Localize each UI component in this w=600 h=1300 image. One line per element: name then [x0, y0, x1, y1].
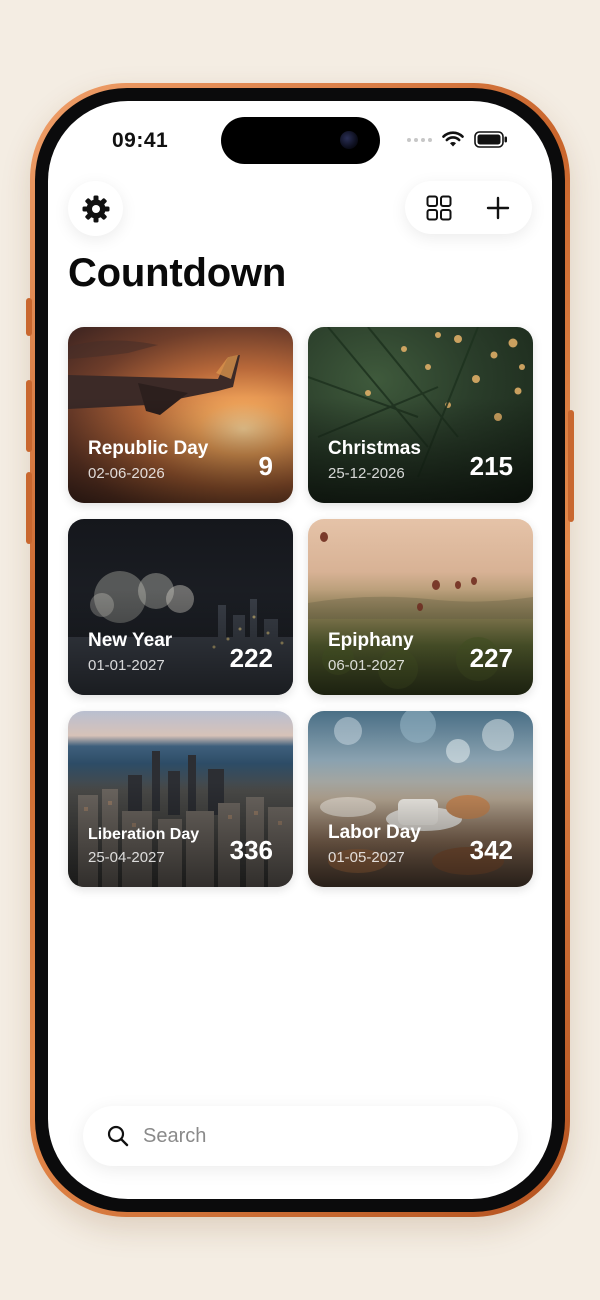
event-date: 01-05-2027	[328, 849, 405, 866]
event-date: 25-04-2027	[88, 849, 165, 866]
status-icons	[407, 131, 508, 148]
days-remaining: 222	[229, 643, 273, 673]
event-card[interactable]: Republic Day 02-06-2026 9	[68, 327, 293, 503]
toolbar-actions	[405, 181, 532, 234]
event-date: 06-01-2027	[328, 657, 405, 674]
dynamic-island	[221, 117, 380, 164]
event-date: 02-06-2026	[88, 465, 165, 482]
days-remaining: 342	[469, 835, 513, 865]
status-time: 09:41	[112, 129, 169, 152]
action-button	[26, 298, 32, 336]
grid-view-icon	[426, 195, 452, 220]
event-name: Republic Day	[88, 438, 209, 459]
volume-up-button	[26, 380, 32, 452]
gear-icon	[82, 195, 109, 222]
event-card[interactable]: Epiphany 06-01-2027 227	[308, 519, 533, 695]
event-name: Christmas	[328, 438, 421, 459]
days-remaining: 215	[469, 451, 513, 481]
search-input[interactable]	[141, 1123, 485, 1149]
event-name: Labor Day	[328, 822, 421, 843]
volume-down-button	[26, 472, 32, 544]
grid-view-button[interactable]	[415, 184, 463, 232]
plus-icon	[487, 196, 510, 219]
days-remaining: 9	[258, 451, 273, 481]
event-grid: Republic Day 02-06-2026 9 Christmas 25-1…	[68, 327, 533, 887]
event-card[interactable]: New Year 01-01-2027 222	[68, 519, 293, 695]
event-date: 01-01-2027	[88, 657, 165, 674]
search-icon	[107, 1125, 129, 1147]
camera-icon	[340, 131, 358, 149]
event-name: Epiphany	[328, 630, 414, 651]
signal-icon	[407, 137, 432, 142]
days-remaining: 336	[229, 835, 273, 865]
settings-button[interactable]	[68, 181, 123, 236]
event-card[interactable]: Labor Day 01-05-2027 342	[308, 711, 533, 887]
event-card[interactable]: Liberation Day 25-04-2027 336	[68, 711, 293, 887]
event-date: 25-12-2026	[328, 465, 405, 482]
event-name: Liberation Day	[88, 826, 200, 843]
wifi-icon	[442, 131, 464, 147]
power-button	[568, 410, 574, 522]
event-name: New Year	[88, 630, 173, 651]
event-card[interactable]: Christmas 25-12-2026 215	[308, 327, 533, 503]
page-title: Countdown	[68, 251, 287, 295]
battery-icon	[474, 131, 507, 148]
days-remaining: 227	[469, 643, 513, 673]
search-bar[interactable]	[83, 1106, 518, 1166]
add-event-button[interactable]	[474, 184, 522, 232]
app-screen: 09:41 Countdown Republic Day 02-06-2026 …	[48, 101, 552, 1199]
